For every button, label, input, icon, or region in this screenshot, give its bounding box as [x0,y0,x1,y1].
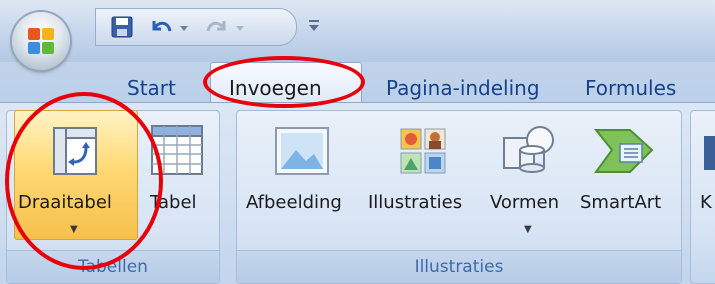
undo-dropdown-icon[interactable] [178,15,190,39]
table-icon [151,125,203,175]
office-logo-icon [28,28,54,54]
illustraties-label: Illustraties [368,192,463,213]
shapes-icon [503,126,554,173]
save-icon[interactable] [110,15,134,39]
vormen-button[interactable]: Vormen ▼ [488,118,570,238]
tabel-button[interactable]: Tabel [140,118,212,238]
tabel-label: Tabel [150,192,197,213]
tab-invoegen[interactable]: Invoegen [229,76,322,100]
pivot-table-icon [53,127,97,175]
clipart-icon [400,128,446,174]
undo-icon[interactable] [148,15,174,39]
tab-start[interactable]: Start [127,76,176,100]
draaitabel-dropdown-icon[interactable]: ▼ [70,224,78,235]
draaitabel-button[interactable]: Draaitabel ▼ [14,118,136,238]
picture-icon [275,127,329,175]
tab-pagina-indeling[interactable]: Pagina-indeling [386,76,540,100]
smartart-label: SmartArt [580,192,662,213]
afbeelding-button[interactable]: Afbeelding [244,118,360,238]
smartart-icon [594,129,654,173]
smartart-button[interactable]: SmartArt [576,118,674,238]
customize-qat-icon[interactable] [306,16,322,36]
vormen-dropdown-icon[interactable]: ▼ [524,224,532,235]
tab-formules[interactable]: Formules [585,76,676,100]
quick-access-toolbar [95,8,297,46]
office-button[interactable] [12,12,70,70]
vormen-label: Vormen [490,192,560,213]
group-tabellen-label: Tabellen [7,250,219,283]
redo-dropdown-icon[interactable] [234,15,246,39]
draaitabel-label: Draaitabel [18,192,112,213]
next-group-partial-label[interactable]: K [700,192,712,213]
next-group-partial-icon [704,136,715,170]
group-illustraties-label: Illustraties [237,250,681,283]
afbeelding-label: Afbeelding [246,192,342,213]
illustraties-button[interactable]: Illustraties [368,118,480,238]
redo-icon[interactable] [204,15,230,39]
